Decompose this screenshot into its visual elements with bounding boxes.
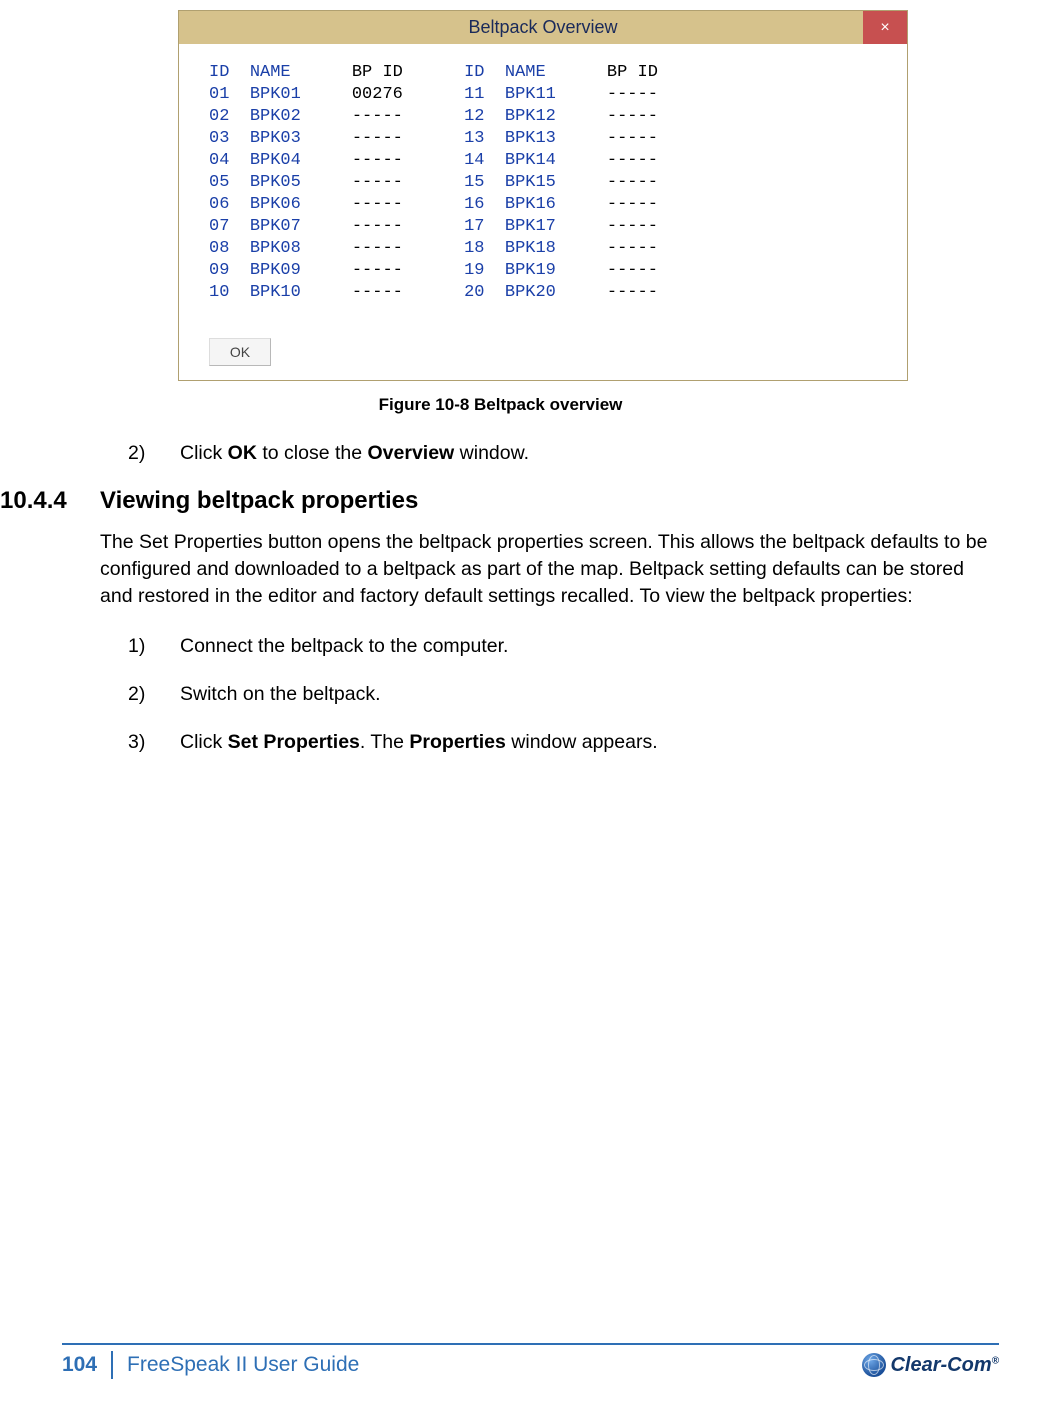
section-paragraph: The Set Properties button opens the belt… (100, 529, 1001, 610)
step-number: 2) (128, 680, 180, 708)
close-button[interactable]: × (863, 11, 907, 44)
dialog-title: Beltpack Overview (468, 17, 617, 37)
instruction-step: 2) Switch on the beltpack. (128, 680, 1001, 708)
brand-logo: Clear-Com® (862, 1353, 999, 1377)
dialog-body: ID NAME BP ID ID NAME BP ID 01 BPK01 002… (179, 44, 907, 380)
footer-rule (62, 1343, 999, 1345)
step-text: Switch on the beltpack. (180, 680, 1001, 708)
step-number: 2) (128, 439, 180, 467)
section-title: Viewing beltpack properties (100, 487, 418, 515)
step-number: 1) (128, 632, 180, 660)
section-heading: 10.4.4 Viewing beltpack properties (0, 487, 1001, 515)
guide-title: FreeSpeak II User Guide (113, 1353, 862, 1377)
instruction-step: 2) Click OK to close the Overview window… (128, 439, 1001, 467)
beltpack-grid: ID NAME BP ID ID NAME BP ID 01 BPK01 002… (209, 62, 877, 304)
step-text: Connect the beltpack to the computer. (180, 632, 1001, 660)
ok-button[interactable]: OK (209, 338, 271, 366)
brand-name: Clear-Com® (890, 1354, 999, 1377)
page-number: 104 (62, 1351, 113, 1379)
ok-label: OK (230, 344, 250, 360)
step-text: Click OK to close the Overview window. (180, 439, 1001, 467)
globe-icon (862, 1353, 886, 1377)
dialog-titlebar: Beltpack Overview × (179, 11, 907, 44)
close-icon: × (880, 19, 889, 37)
instruction-step: 3) Click Set Properties. The Properties … (128, 728, 1001, 756)
instruction-step: 1) Connect the beltpack to the computer. (128, 632, 1001, 660)
figure-caption: Figure 10-8 Beltpack overview (0, 395, 1001, 415)
step-number: 3) (128, 728, 180, 756)
section-number: 10.4.4 (0, 487, 100, 515)
beltpack-overview-dialog: Beltpack Overview × ID NAME BP ID ID NAM… (178, 10, 908, 381)
page-footer: 104 FreeSpeak II User Guide Clear-Com® (0, 1343, 1061, 1379)
step-text: Click Set Properties. The Properties win… (180, 728, 1001, 756)
